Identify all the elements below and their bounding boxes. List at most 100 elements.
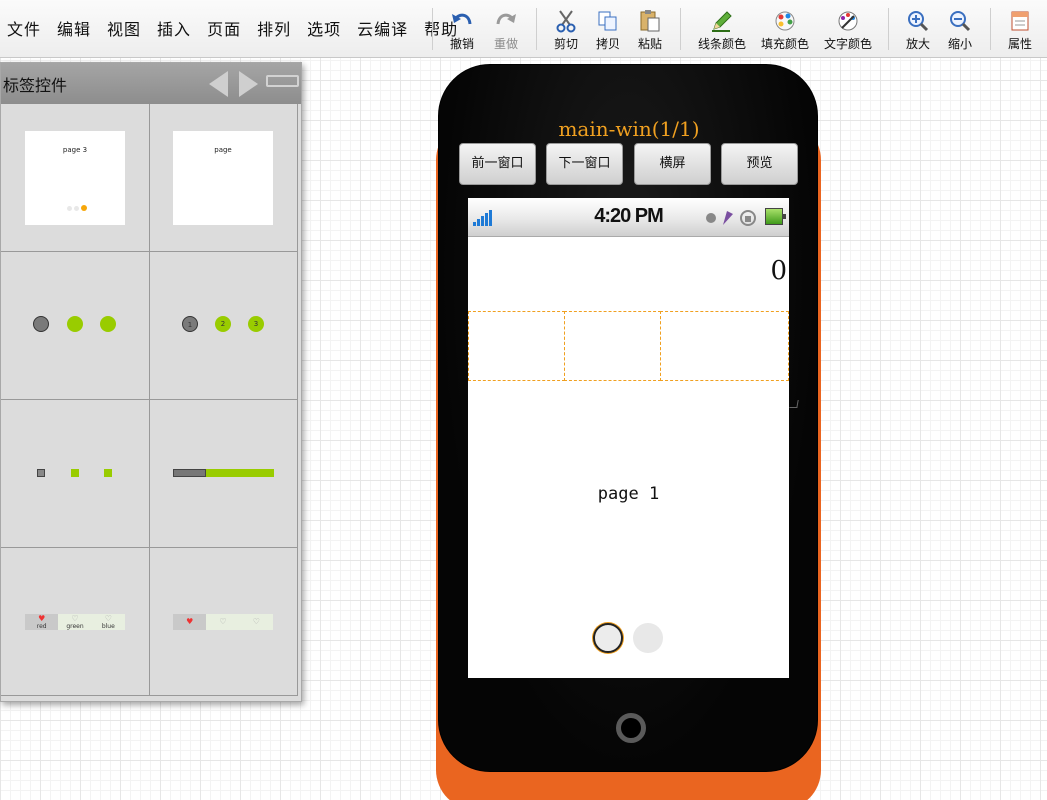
properties-icon <box>1011 11 1029 31</box>
menu-options[interactable]: 选项 <box>299 18 349 42</box>
window-title: main-win(1/1) <box>558 117 700 141</box>
heart-icon: ♡ <box>104 614 112 623</box>
progress-thumb <box>173 469 207 477</box>
heart-icon: ♡ <box>71 614 79 623</box>
menu-bar: 文件 编辑 视图 插入 页面 排列 选项 云编译 帮助 <box>0 18 466 42</box>
landscape-button[interactable]: 横屏 <box>634 143 711 185</box>
status-bar: 4:20 PM <box>468 198 789 237</box>
preview-page-label: page 3 <box>62 146 88 154</box>
phone-screen[interactable]: 4:20 PM 0 page 1 <box>468 198 789 678</box>
cut-button[interactable]: 剪切 <box>550 6 582 56</box>
undo-icon <box>452 13 472 25</box>
fill-color-label: 填充颜色 <box>760 37 809 51</box>
menu-arrange[interactable]: 排列 <box>249 18 299 42</box>
toolbar-separator <box>888 8 889 50</box>
toolbar-separator <box>990 8 991 50</box>
resize-handle[interactable] <box>789 400 799 408</box>
preview-dot <box>74 206 79 211</box>
line-color-button[interactable]: 线条颜色 <box>694 6 750 56</box>
preview-tab: ♡ <box>206 614 239 630</box>
indicator-dot <box>100 316 116 332</box>
toolbar-separator <box>536 8 537 50</box>
widget-dot-indicator[interactable] <box>1 252 150 400</box>
paste-label: 粘贴 <box>637 37 662 51</box>
menu-file[interactable]: 文件 <box>0 18 49 42</box>
widget-page-view[interactable]: page <box>149 104 298 252</box>
indicator-dot <box>67 316 83 332</box>
text-color-label: 文字颜色 <box>823 37 872 51</box>
scissors-icon <box>556 10 576 33</box>
widget-preview: page 3 <box>25 131 125 225</box>
copy-label: 拷贝 <box>595 37 620 51</box>
menu-edit[interactable]: 编辑 <box>49 18 99 42</box>
paste-button[interactable]: 粘贴 <box>634 6 666 56</box>
panel-collapse-button[interactable] <box>266 75 299 87</box>
preview-page-label: page <box>214 146 232 154</box>
selected-widget-1[interactable] <box>468 311 565 381</box>
indicator-square <box>71 469 79 477</box>
undo-button[interactable]: 撤销 <box>446 6 478 56</box>
preview-tab: ♥ red <box>25 614 59 630</box>
selected-widget-2[interactable] <box>564 311 661 381</box>
properties-button[interactable]: 属性 <box>1004 6 1036 56</box>
paste-icon <box>640 10 660 32</box>
paint-bucket-icon <box>775 11 795 31</box>
color-palette-icon <box>838 11 858 31</box>
widget-labeled-tab-bar[interactable]: ♥ red ♡ green ♡ blue <box>1 548 150 696</box>
zoom-out-button[interactable]: 缩小 <box>944 6 976 56</box>
battery-icon <box>765 208 786 225</box>
status-icons <box>706 210 756 226</box>
heart-icon: ♡ <box>252 617 260 626</box>
properties-label: 属性 <box>1007 37 1032 51</box>
clock-icon <box>706 213 716 223</box>
indicator-dot <box>33 316 49 332</box>
phone-simulator: main-win(1/1) 前一窗口 下一窗口 横屏 预览 4:20 PM 0 <box>438 64 818 772</box>
widget-preview: page <box>173 131 273 225</box>
widget-numbered-dot-indicator[interactable]: 1 2 3 <box>149 252 298 400</box>
fill-color-button[interactable]: 填充颜色 <box>757 6 813 56</box>
next-page-arrow-icon[interactable] <box>239 71 258 97</box>
page-dot-active[interactable] <box>593 623 623 653</box>
prev-page-arrow-icon[interactable] <box>209 71 228 97</box>
prev-window-button[interactable]: 前一窗口 <box>459 143 536 185</box>
widget-square-indicator[interactable] <box>1 400 150 548</box>
preview-tab-bar: ♥ ♡ ♡ <box>173 614 273 630</box>
selected-widget-3[interactable] <box>660 311 789 381</box>
text-color-button[interactable]: 文字颜色 <box>820 6 876 56</box>
next-window-button[interactable]: 下一窗口 <box>546 143 623 185</box>
copy-button[interactable]: 拷贝 <box>592 6 624 56</box>
indicator-dot: 2 <box>215 316 231 332</box>
zoom-in-label: 放大 <box>905 37 930 51</box>
home-button[interactable] <box>616 713 646 743</box>
zoom-out-label: 缩小 <box>947 37 972 51</box>
redo-button[interactable]: 重做 <box>490 6 522 56</box>
preview-button[interactable]: 预览 <box>721 143 798 185</box>
page-dot[interactable] <box>633 623 663 653</box>
zoom-in-button[interactable]: 放大 <box>902 6 934 56</box>
preview-tab: ♡ blue <box>92 614 125 631</box>
preview-tab-label: blue <box>101 623 115 630</box>
preview-tab-label: red <box>36 623 47 630</box>
widget-grid: page 3 page 1 2 3 ♥ red ♡ green ♡ blue ♥… <box>1 104 299 697</box>
line-color-label: 线条颜色 <box>697 37 746 51</box>
heart-icon: ♥ <box>186 617 194 626</box>
preview-dot-active <box>81 205 87 211</box>
widget-page-view-with-dots[interactable]: page 3 <box>1 104 150 252</box>
menu-page[interactable]: 页面 <box>199 18 249 42</box>
zoom-out-icon <box>950 11 971 32</box>
menu-insert[interactable]: 插入 <box>149 18 199 42</box>
heart-icon: ♡ <box>219 617 227 626</box>
progress-track <box>173 469 274 477</box>
indicator-square <box>37 469 45 477</box>
toolbar-separator <box>680 8 681 50</box>
widget-progress-indicator[interactable] <box>149 400 298 548</box>
indicator-dot: 3 <box>248 316 264 332</box>
menu-cloud-compile[interactable]: 云编译 <box>349 18 416 42</box>
indicator-square <box>104 469 112 477</box>
widget-icon-tab-bar[interactable]: ♥ ♡ ♡ <box>149 548 298 696</box>
menu-view[interactable]: 视图 <box>99 18 149 42</box>
toolbar: 文件 编辑 视图 插入 页面 排列 选项 云编译 帮助 撤销 重做 剪切 拷贝 … <box>0 0 1047 58</box>
toolbar-separator <box>432 8 433 50</box>
cut-label: 剪切 <box>553 37 578 51</box>
zoom-in-icon <box>908 11 929 32</box>
